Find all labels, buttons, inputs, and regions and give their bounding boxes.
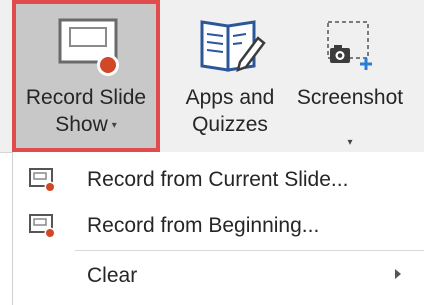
book-pencil-icon bbox=[200, 20, 266, 73]
apps-and-quizzes-label-line1: Apps and bbox=[185, 86, 275, 109]
menu-item-record-from-beginning[interactable]: Record from Beginning... bbox=[13, 202, 424, 250]
menu-item-label: Clear bbox=[87, 264, 138, 287]
apps-and-quizzes-label-line2: Quizzes bbox=[192, 113, 268, 136]
menu-item-clear[interactable]: Clear bbox=[13, 252, 424, 300]
record-slide-show-dropdown-menu: Record from Current Slide... Record from… bbox=[12, 152, 424, 305]
record-slide-show-icon bbox=[58, 18, 119, 76]
menu-separator bbox=[75, 250, 424, 251]
menu-item-label: Record from Current Slide... bbox=[87, 168, 349, 191]
screenshot-icon bbox=[327, 21, 372, 70]
record-slide-show-button[interactable]: Record Slide Show ▾ bbox=[12, 0, 160, 152]
record-slide-show-label-line1: Record Slide bbox=[25, 86, 147, 109]
chevron-down-icon: ▾ bbox=[347, 137, 353, 148]
record-slide-show-label-line2: Show bbox=[55, 113, 108, 136]
ribbon-panel: Record Slide Show ▾ Apps and Quizzes Scr… bbox=[0, 0, 424, 153]
chevron-down-icon: ▾ bbox=[111, 119, 117, 131]
record-slide-icon bbox=[29, 214, 56, 239]
record-slide-icon bbox=[29, 168, 56, 193]
menu-item-label: Record from Beginning... bbox=[87, 214, 320, 237]
screenshot-button[interactable]: Screenshot ▾ bbox=[290, 0, 410, 152]
chevron-right-icon bbox=[395, 269, 401, 279]
record-slide-show-label-line2-wrap: Show ▾ bbox=[55, 111, 117, 139]
menu-item-record-from-current-slide[interactable]: Record from Current Slide... bbox=[13, 156, 424, 204]
apps-and-quizzes-button[interactable]: Apps and Quizzes bbox=[176, 0, 284, 152]
screenshot-label: Screenshot bbox=[296, 86, 404, 109]
